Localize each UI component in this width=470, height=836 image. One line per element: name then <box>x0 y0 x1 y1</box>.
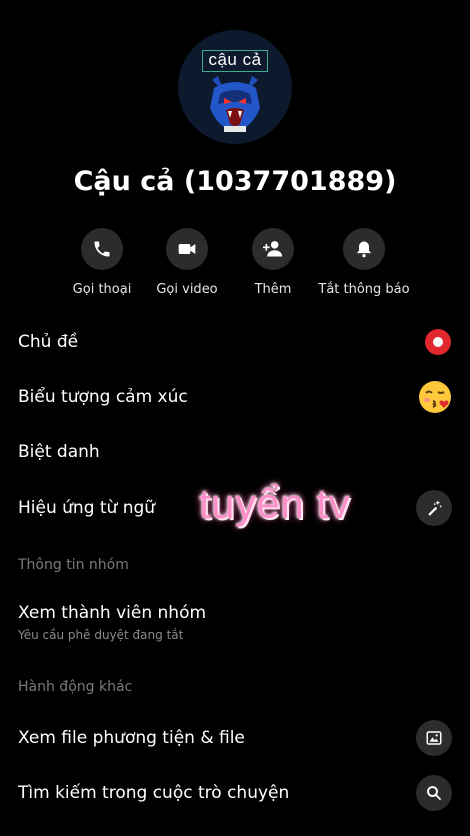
video-icon <box>166 228 208 270</box>
magic-wand-icon <box>416 490 452 526</box>
phone-icon <box>81 228 123 270</box>
approval-status-text: Yêu cầu phê duyệt đang tắt <box>18 628 184 642</box>
emoji-row[interactable]: Biểu tượng cảm xúc <box>18 380 452 414</box>
view-members-label: Xem thành viên nhóm <box>18 603 207 623</box>
theme-row[interactable]: Chủ đề <box>18 328 452 356</box>
magic-wand-button[interactable] <box>416 490 452 526</box>
emoji-label: Biểu tượng cảm xúc <box>18 387 188 407</box>
nickname-row[interactable]: Biệt danh <box>18 438 452 466</box>
add-person-icon <box>252 228 294 270</box>
bell-icon <box>343 228 385 270</box>
group-name: Cậu cả (1037701889) <box>73 166 397 197</box>
search-chat-row[interactable]: Tìm kiếm trong cuộc trò chuyện <box>18 775 452 811</box>
group-info-section-header: Thông tin nhóm <box>18 557 129 573</box>
quick-actions: Gọi thoại Gọi video Thêm Tắt thông báo <box>0 228 470 298</box>
avatar-caption: cậu cả <box>208 50 262 69</box>
overlay-sticker-text: tuyển tv <box>199 480 351 527</box>
mute-notifications-button[interactable]: Tắt thông báo <box>309 228 419 297</box>
nickname-label: Biệt danh <box>18 442 100 462</box>
view-media-button[interactable] <box>416 720 452 756</box>
word-effects-label: Hiệu ứng từ ngữ <box>18 498 156 518</box>
view-members-row[interactable]: Xem thành viên nhóm <box>18 600 452 626</box>
theme-dot-icon <box>424 328 452 356</box>
search-icon <box>416 775 452 811</box>
search-chat-button[interactable] <box>416 775 452 811</box>
view-media-label: Xem file phương tiện & file <box>18 728 245 748</box>
image-icon <box>416 720 452 756</box>
view-media-row[interactable]: Xem file phương tiện & file <box>18 720 452 756</box>
mute-notifications-label: Tắt thông báo <box>318 282 410 297</box>
search-chat-label: Tìm kiếm trong cuộc trò chuyện <box>18 783 290 803</box>
group-avatar[interactable]: cậu cả <box>178 30 292 144</box>
kiss-emoji-icon <box>418 380 452 414</box>
wolf-logo-icon <box>210 76 260 132</box>
other-actions-section-header: Hành động khác <box>18 679 133 695</box>
theme-label: Chủ đề <box>18 332 79 352</box>
